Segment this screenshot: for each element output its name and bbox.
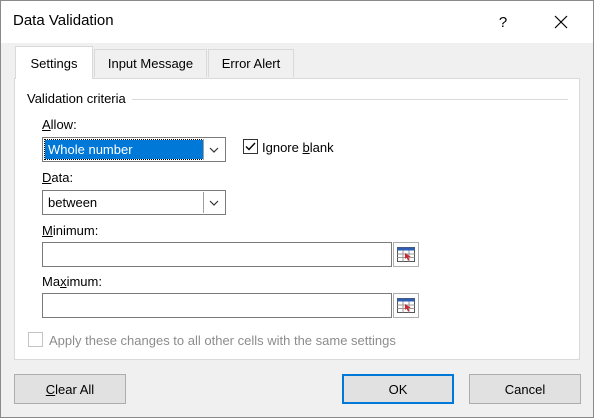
allow-value: Whole number — [44, 139, 204, 160]
validation-criteria-label: Validation criteria — [27, 91, 132, 106]
dialog-title: Data Validation — [13, 12, 114, 29]
minimum-input[interactable] — [42, 242, 392, 267]
tab-input-message-label: Input Message — [107, 56, 194, 71]
minimum-label: Minimum: — [42, 223, 99, 238]
data-validation-dialog: Data Validation ? Settings Input Message… — [0, 0, 594, 418]
allow-combobox[interactable]: Whole number — [42, 137, 226, 162]
data-label: Data: — [42, 170, 74, 185]
tab-error-alert[interactable]: Error Alert — [208, 49, 294, 77]
help-button[interactable]: ? — [483, 7, 523, 37]
checkmark-icon — [245, 142, 256, 151]
title-bar: Data Validation ? — [1, 1, 593, 43]
clear-all-label: Clear All — [45, 381, 95, 397]
tab-settings-label: Settings — [30, 55, 78, 71]
apply-all-checkbox[interactable] — [28, 332, 43, 347]
ignore-blank-label: Ignore blank — [262, 140, 334, 155]
help-icon: ? — [498, 13, 508, 31]
minimum-range-selector-button[interactable] — [393, 242, 419, 267]
close-icon — [554, 15, 568, 29]
chevron-down-icon — [209, 200, 219, 206]
ok-label: OK — [388, 381, 408, 397]
maximum-input[interactable] — [42, 293, 392, 318]
data-combobox[interactable]: between — [42, 190, 226, 215]
range-selector-icon — [397, 298, 415, 313]
data-value: between — [48, 195, 98, 210]
maximum-range-selector-button[interactable] — [393, 293, 419, 318]
ok-button[interactable]: OK — [342, 374, 454, 404]
data-dropdown-button[interactable] — [203, 192, 224, 213]
allow-dropdown-button[interactable] — [203, 139, 224, 160]
maximum-label: Maximum: — [42, 274, 102, 289]
close-button[interactable] — [539, 7, 583, 37]
tab-settings[interactable]: Settings — [15, 46, 93, 79]
cancel-button[interactable]: Cancel — [469, 374, 581, 404]
apply-all-label: Apply these changes to all other cells w… — [49, 333, 396, 348]
range-selector-icon — [397, 247, 415, 262]
clear-all-button[interactable]: Clear All — [14, 374, 126, 404]
ignore-blank-checkbox[interactable] — [243, 139, 258, 154]
chevron-down-icon — [209, 147, 219, 153]
tab-input-message[interactable]: Input Message — [94, 49, 207, 77]
tab-error-alert-label: Error Alert — [221, 56, 281, 71]
allow-label: Allow: — [42, 117, 77, 132]
cancel-label: Cancel — [504, 381, 546, 397]
